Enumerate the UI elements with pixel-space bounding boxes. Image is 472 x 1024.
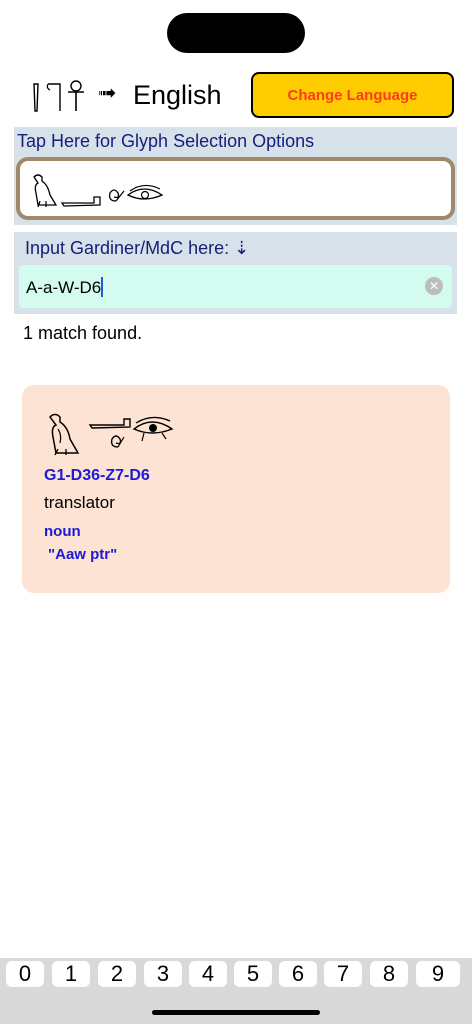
number-key-9[interactable]: 9 bbox=[416, 961, 460, 987]
glyph-selection-panel[interactable]: Tap Here for Glyph Selection Options bbox=[14, 127, 457, 225]
target-language-label: English bbox=[133, 80, 222, 110]
input-label: Input Gardiner/MdC here: ⇣ bbox=[25, 238, 250, 258]
gardiner-code: G1-D36-Z7-D6 bbox=[44, 467, 150, 484]
home-indicator[interactable] bbox=[152, 1010, 320, 1015]
number-key-1[interactable]: 1 bbox=[52, 961, 90, 987]
number-key-8[interactable]: 8 bbox=[370, 961, 408, 987]
glyph-selection-label[interactable]: Tap Here for Glyph Selection Options bbox=[17, 131, 314, 152]
match-count: 1 match found. bbox=[23, 323, 143, 343]
number-key-6[interactable]: 6 bbox=[279, 961, 317, 987]
number-key-2[interactable]: 2 bbox=[98, 961, 136, 987]
bottom-bar bbox=[0, 990, 472, 1024]
input-value[interactable]: A-a-W-D6 bbox=[26, 277, 104, 298]
gardiner-input-field[interactable]: A-a-W-D6 ✕ bbox=[19, 265, 452, 308]
hieroglyph-sequence-icon bbox=[33, 174, 164, 208]
number-key-3[interactable]: 3 bbox=[144, 961, 182, 987]
part-of-speech: noun bbox=[44, 523, 81, 540]
change-language-button[interactable]: Change Language bbox=[251, 72, 454, 118]
text-caret bbox=[101, 277, 104, 297]
number-key-0[interactable]: 0 bbox=[6, 961, 44, 987]
arrow-icon: ➟ bbox=[98, 81, 117, 106]
ankh-hieroglyph-icon bbox=[30, 78, 90, 112]
number-key-5[interactable]: 5 bbox=[234, 961, 272, 987]
vulture-arm-rope-eye-hieroglyphs bbox=[44, 411, 204, 462]
translation-text: translator bbox=[44, 493, 115, 512]
result-card[interactable]: G1-D36-Z7-D6 translator noun "Aaw ptr" bbox=[22, 385, 450, 593]
number-key-7[interactable]: 7 bbox=[324, 961, 362, 987]
header: ➟ English Change Language bbox=[0, 70, 472, 120]
dynamic-island bbox=[167, 13, 305, 53]
number-key-strip: 0 1 2 3 4 5 6 7 8 9 bbox=[0, 958, 472, 990]
gardiner-input-panel: Input Gardiner/MdC here: ⇣ A-a-W-D6 ✕ bbox=[14, 232, 457, 314]
glyph-display-box[interactable] bbox=[16, 157, 455, 220]
number-key-4[interactable]: 4 bbox=[189, 961, 227, 987]
transliteration: "Aaw ptr" bbox=[48, 546, 118, 563]
clear-circle-icon[interactable]: ✕ bbox=[425, 277, 443, 295]
